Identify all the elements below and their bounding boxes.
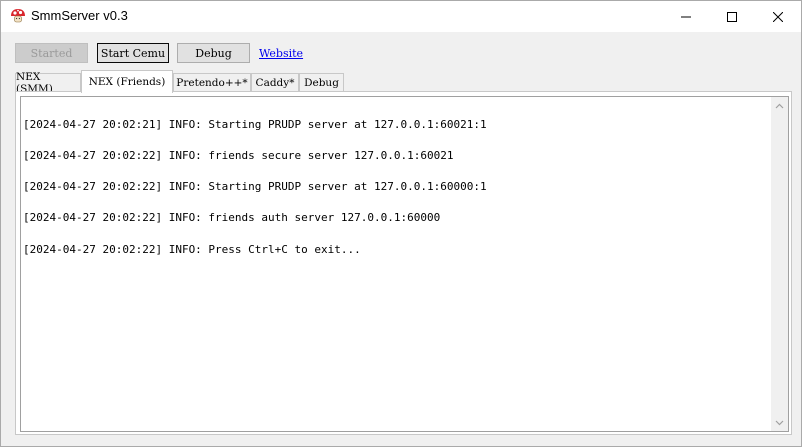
app-window: SmmServer v0.3 Started Start Cemu Debug … [0,0,802,447]
title-bar[interactable]: SmmServer v0.3 [1,1,801,32]
close-button[interactable] [755,1,801,32]
tab-debug[interactable]: Debug [299,73,344,92]
log-line: [2024-04-27 20:02:22] INFO: friends secu… [23,149,454,163]
log-line: [2024-04-27 20:02:22] INFO: Press Ctrl+C… [23,242,361,256]
debug-button[interactable]: Debug [177,43,250,63]
tab-nex-friends[interactable]: NEX (Friends) [81,70,173,93]
log-line: [2024-04-27 20:02:22] INFO: Starting PRU… [23,180,487,194]
scroll-down-button[interactable] [771,414,788,431]
window-title: SmmServer v0.3 [31,8,128,23]
website-link[interactable]: Website [259,47,303,60]
minimize-icon [681,16,691,17]
minimize-button[interactable] [663,1,709,32]
log-line: [2024-04-27 20:02:22] INFO: friends auth… [23,211,441,225]
tab-panel: [2024-04-27 20:02:21] INFO: Starting PRU… [15,91,792,435]
tab-nex-smm[interactable]: NEX (SMM) [15,71,81,95]
start-cemu-button[interactable]: Start Cemu [97,43,169,63]
chevron-up-icon [775,103,784,108]
log-line: [2024-04-27 20:02:21] INFO: Starting PRU… [23,117,487,131]
start-server-button[interactable]: Started [15,43,88,63]
log-output[interactable]: [2024-04-27 20:02:21] INFO: Starting PRU… [20,96,789,432]
tab-caddy[interactable]: Caddy* [251,73,299,92]
tab-pretendo[interactable]: Pretendo++* [173,73,251,92]
maximize-button[interactable] [709,1,755,32]
maximize-icon [727,11,737,22]
mushroom-icon [11,9,25,23]
log-lines: [2024-04-27 20:02:21] INFO: Starting PRU… [23,99,487,276]
scroll-up-button[interactable] [771,97,788,114]
chevron-down-icon [775,420,784,425]
vertical-scrollbar[interactable] [771,97,788,431]
close-icon [773,11,783,22]
